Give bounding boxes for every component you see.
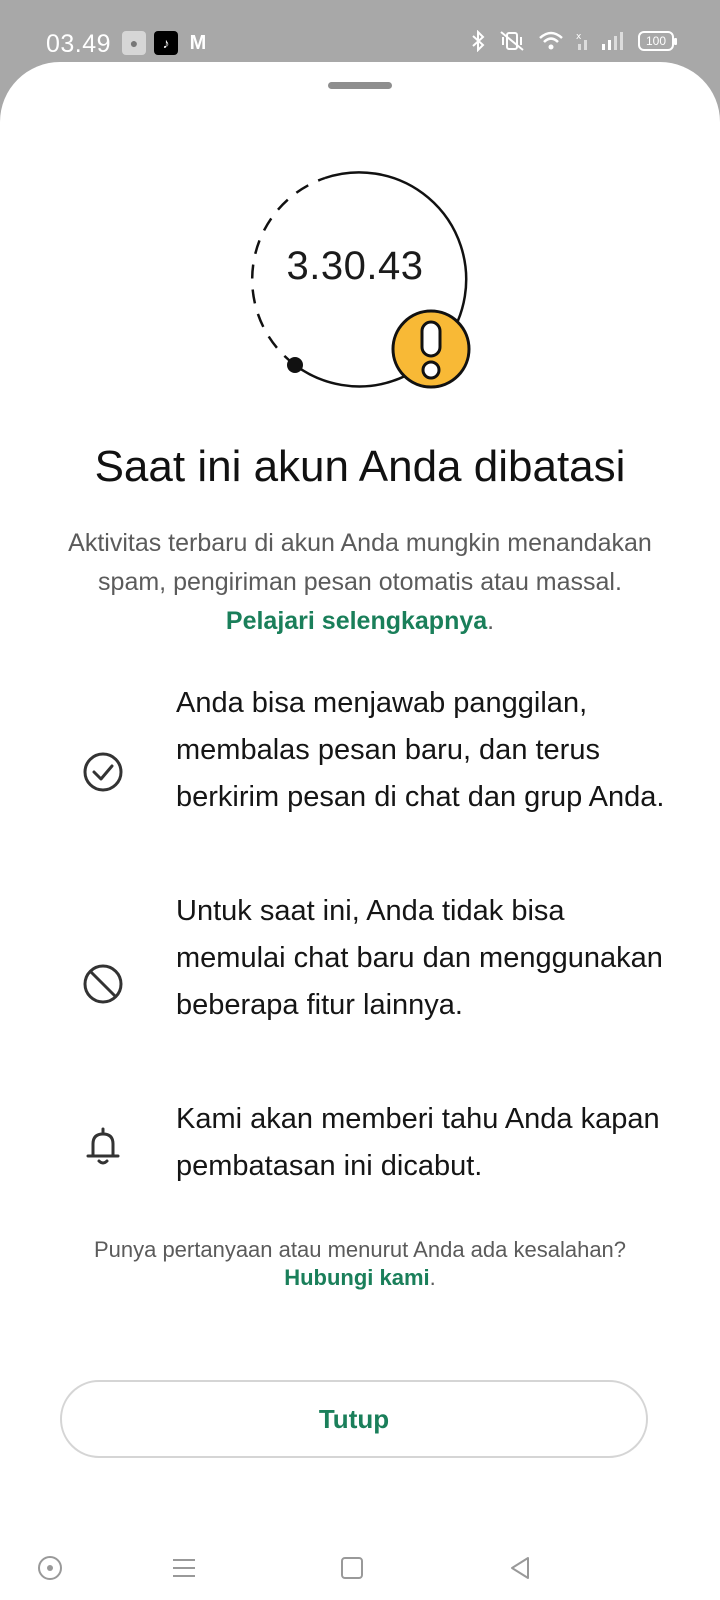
bell-icon — [86, 1127, 120, 1165]
restriction-sheet: 3.30.43 Saat ini akun Anda dibatasi Akti… — [0, 62, 720, 1600]
countdown-timer: 3.30.43 — [240, 160, 480, 400]
svg-text:x: x — [576, 32, 582, 42]
status-bar: 03.49 ● ♪ M x 100 — [0, 0, 720, 64]
system-nav-bar — [0, 1548, 720, 1600]
description: Aktivitas terbaru di akun Anda mungkin m… — [56, 524, 664, 641]
help-question: Punya pertanyaan atau menurut Anda ada k… — [93, 1237, 627, 1262]
back-button[interactable] — [500, 1548, 540, 1588]
battery-icon: 100 — [638, 31, 677, 51]
footer-trailing: . — [429, 1265, 436, 1290]
info-text-notify: Kami akan memberi tahu Anda kapan pembat… — [176, 1103, 660, 1182]
close-button[interactable]: Tutup — [60, 1380, 648, 1458]
menu-button[interactable] — [164, 1548, 204, 1588]
wifi-icon — [539, 31, 563, 50]
tiktok-icon: ♪ — [154, 31, 178, 55]
assistant-button[interactable] — [30, 1548, 70, 1588]
info-text-allowed: Anda bisa menjawab panggilan, membalas p… — [176, 687, 665, 813]
status-time: 03.49 — [46, 30, 112, 58]
home-button[interactable] — [332, 1548, 372, 1588]
description-text: Aktivitas terbaru di akun Anda mungkin m… — [68, 529, 652, 596]
drag-handle[interactable] — [328, 82, 392, 89]
check-circle-icon — [83, 752, 123, 792]
gmail-icon: M — [189, 31, 207, 54]
signal-icon: x — [576, 32, 623, 50]
learn-more-link[interactable]: Pelajari selengkapnya — [226, 607, 487, 635]
menu-icon — [173, 1559, 195, 1577]
block-icon — [83, 964, 123, 1004]
assistant-icon — [38, 1556, 62, 1580]
back-triangle-icon — [511, 1557, 529, 1579]
description-trailing: . — [487, 607, 495, 635]
home-square-icon — [341, 1557, 363, 1579]
help-footer: Punya pertanyaan atau menurut Anda ada k… — [40, 1236, 680, 1292]
notification-icons: ● ♪ M — [122, 31, 210, 55]
bluetooth-icon — [472, 30, 485, 52]
timer-value: 3.30.43 — [286, 244, 424, 288]
contact-us-link[interactable]: Hubungi kami — [284, 1265, 429, 1290]
page-title: Saat ini akun Anda dibatasi — [94, 442, 626, 491]
photo-app-icon: ● — [122, 31, 146, 55]
vibrate-icon — [500, 31, 524, 51]
warning-icon — [391, 309, 471, 389]
info-text-blocked: Untuk saat ini, Anda tidak bisa memulai … — [176, 895, 663, 1021]
status-right-icons: x 100 — [470, 30, 677, 52]
